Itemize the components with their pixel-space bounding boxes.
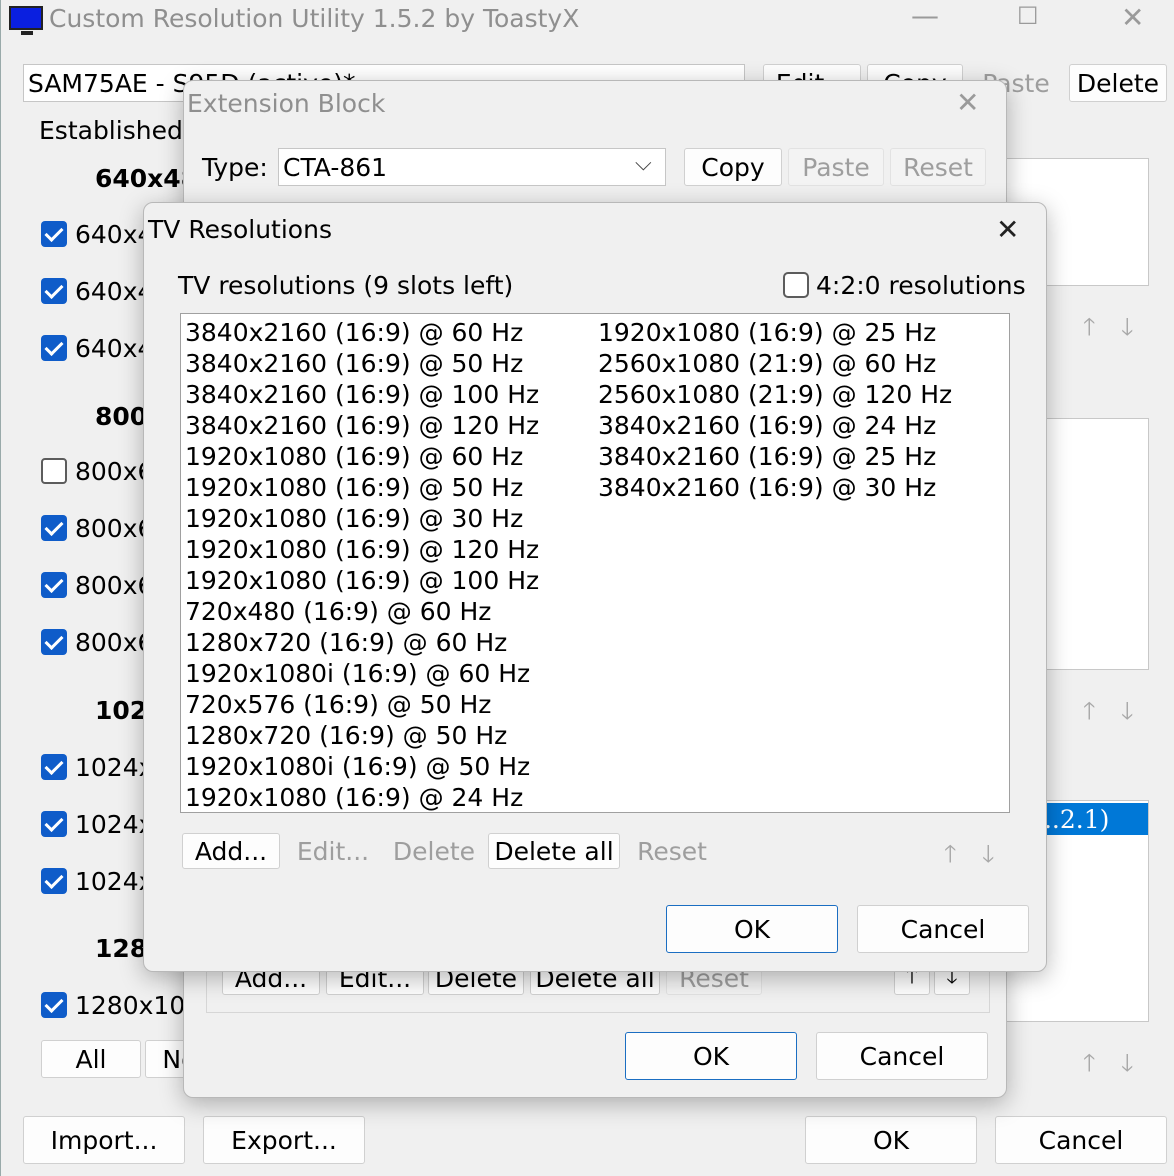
- move-up-icon[interactable]: 🡑: [1083, 310, 1095, 351]
- list-item[interactable]: 1920x1080i (16:9) @ 50 Hz: [185, 751, 530, 782]
- minimize-icon[interactable]: —: [911, 2, 939, 30]
- list-item[interactable]: 1920x1080 (16:9) @ 100 Hz: [185, 565, 539, 596]
- edit-button[interactable]: Edit...: [284, 833, 382, 869]
- list-item[interactable]: 1920x1080 (16:9) @ 50 Hz: [185, 472, 523, 503]
- delete-display-button[interactable]: Delete: [1069, 64, 1167, 102]
- extension-block-title: Extension Block: [187, 89, 386, 118]
- list-item[interactable]: 1920x1080 (16:9) @ 25 Hz: [598, 317, 936, 348]
- import-button[interactable]: Import...: [23, 1116, 185, 1164]
- cancel-button[interactable]: Cancel: [857, 905, 1029, 953]
- main-window-title: Custom Resolution Utility 1.5.2 by Toast…: [49, 4, 580, 33]
- type-label: Type:: [202, 153, 268, 182]
- move-down-icon[interactable]: 🡓: [1121, 310, 1133, 351]
- checkbox-420-label: 4:2:0 resolutions: [816, 271, 1026, 300]
- close-icon[interactable]: ✕: [1121, 4, 1144, 32]
- chevron-down-icon: ⌵: [635, 151, 652, 176]
- checkbox-1024-70[interactable]: [41, 811, 67, 837]
- checkbox-800-60[interactable]: [41, 515, 67, 541]
- list-item[interactable]: 3840x2160 (16:9) @ 30 Hz: [598, 472, 936, 503]
- slots-left-label: TV resolutions (9 slots left): [178, 271, 514, 300]
- close-icon[interactable]: ✕: [956, 89, 979, 117]
- checkbox-640-75[interactable]: [41, 335, 67, 361]
- checkbox-640-72[interactable]: [41, 278, 67, 304]
- checkbox-1280-75[interactable]: [41, 992, 67, 1018]
- move-up-icon[interactable]: 🡑: [1083, 694, 1095, 735]
- list-item[interactable]: 1920x1080 (16:9) @ 60 Hz: [185, 441, 523, 472]
- move-up-icon[interactable]: 🡑: [944, 837, 956, 878]
- list-item[interactable]: 3840x2160 (16:9) @ 50 Hz: [185, 348, 523, 379]
- tv-resolutions-title: TV Resolutions: [148, 215, 332, 244]
- checkbox-1024-75[interactable]: [41, 868, 67, 894]
- export-button[interactable]: Export...: [203, 1116, 365, 1164]
- reset-button[interactable]: Reset: [890, 148, 986, 186]
- tv-resolutions-dialog: TV Resolutions ✕ TV resolutions (9 slots…: [143, 202, 1047, 972]
- reset-button[interactable]: Reset: [624, 833, 720, 869]
- close-icon[interactable]: ✕: [996, 213, 1019, 246]
- move-down-icon[interactable]: 🡓: [1121, 694, 1133, 735]
- monitor-icon: [9, 6, 43, 35]
- ok-button[interactable]: OK: [805, 1116, 977, 1164]
- checkbox-800-72[interactable]: [41, 572, 67, 598]
- checkbox-800-56[interactable]: [41, 458, 67, 484]
- list-item[interactable]: 3840x2160 (16:9) @ 25 Hz: [598, 441, 936, 472]
- tv-resolutions-list[interactable]: 3840x2160 (16:9) @ 60 Hz 3840x2160 (16:9…: [180, 313, 1010, 813]
- list-item[interactable]: 2560x1080 (21:9) @ 60 Hz: [598, 348, 936, 379]
- checkbox-420[interactable]: [783, 272, 809, 298]
- paste-button[interactable]: Paste: [788, 148, 884, 186]
- list-item[interactable]: 1280x720 (16:9) @ 60 Hz: [185, 627, 507, 658]
- checkbox-640-60[interactable]: [41, 221, 67, 247]
- list-item[interactable]: 3840x2160 (16:9) @ 24 Hz: [598, 410, 936, 441]
- all-button[interactable]: All: [41, 1040, 141, 1078]
- list-item[interactable]: 1280x720 (16:9) @ 50 Hz: [185, 720, 507, 751]
- cancel-button[interactable]: Cancel: [995, 1116, 1167, 1164]
- list-item[interactable]: 1920x1080 (16:9) @ 120 Hz: [185, 534, 539, 565]
- move-down-icon[interactable]: 🡓: [982, 837, 994, 878]
- list-item[interactable]: 720x576 (16:9) @ 50 Hz: [185, 689, 491, 720]
- list-item[interactable]: 720x480 (16:9) @ 60 Hz: [185, 596, 491, 627]
- checkbox-1024-60[interactable]: [41, 754, 67, 780]
- ok-button[interactable]: OK: [666, 905, 838, 953]
- checkbox-800-75[interactable]: [41, 629, 67, 655]
- list-item[interactable]: 1920x1080 (16:9) @ 30 Hz: [185, 503, 523, 534]
- delete-button[interactable]: Delete: [386, 833, 482, 869]
- copy-button[interactable]: Copy: [684, 148, 782, 186]
- add-button[interactable]: Add...: [182, 833, 280, 869]
- list-item[interactable]: 3840x2160 (16:9) @ 60 Hz: [185, 317, 523, 348]
- list-item[interactable]: 3840x2160 (16:9) @ 120 Hz: [185, 410, 539, 441]
- type-select[interactable]: CTA-861 ⌵: [278, 148, 666, 186]
- move-down-icon[interactable]: 🡓: [1121, 1046, 1133, 1087]
- ok-button[interactable]: OK: [625, 1032, 797, 1080]
- maximize-icon[interactable]: ☐: [1017, 4, 1039, 28]
- move-up-icon[interactable]: 🡑: [1083, 1046, 1095, 1087]
- list-item[interactable]: 2560x1080 (21:9) @ 120 Hz: [598, 379, 952, 410]
- list-item[interactable]: 1920x1080i (16:9) @ 60 Hz: [185, 658, 530, 689]
- list-item[interactable]: 1920x1080 (16:9) @ 24 Hz: [185, 782, 523, 812]
- type-select-value: CTA-861: [283, 153, 388, 182]
- delete-all-button[interactable]: Delete all: [488, 833, 620, 869]
- list-item[interactable]: 3840x2160 (16:9) @ 100 Hz: [185, 379, 539, 410]
- cancel-button[interactable]: Cancel: [816, 1032, 988, 1080]
